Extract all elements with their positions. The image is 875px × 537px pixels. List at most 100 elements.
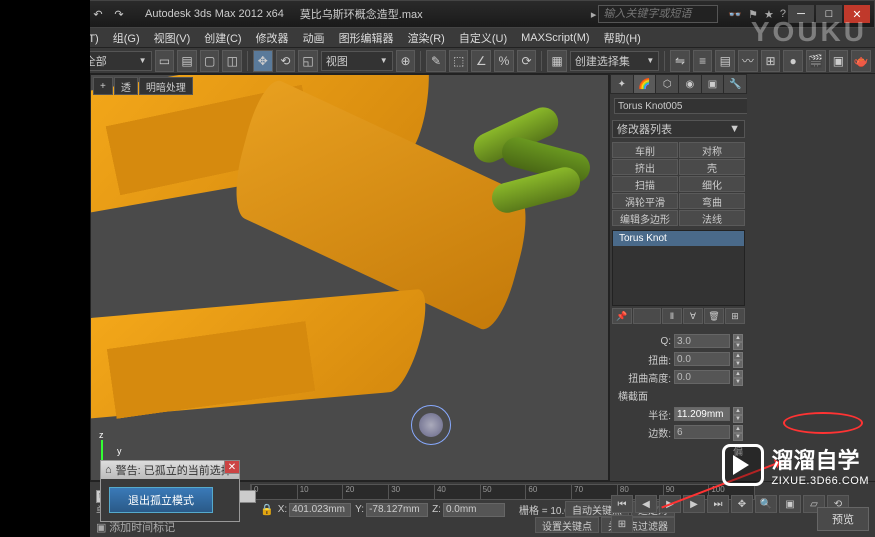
move-icon[interactable]: ✥ <box>253 50 273 72</box>
max-viewport-icon[interactable]: ⊞ <box>611 515 633 533</box>
preview-button[interactable]: 预览 <box>817 507 869 531</box>
help-icon[interactable]: ? <box>780 8 786 21</box>
menu-customize[interactable]: 自定义(U) <box>453 28 513 48</box>
show-end-icon[interactable]: Ⅱ <box>662 308 682 324</box>
menu-views[interactable]: 视图(V) <box>148 28 197 48</box>
viewport-shade-button[interactable]: 明暗处理 <box>139 77 193 95</box>
render-setup-icon[interactable]: 🎬 <box>806 50 826 72</box>
search-input[interactable] <box>598 5 718 23</box>
select-name-icon[interactable]: ▤ <box>177 50 197 72</box>
exit-isolate-button[interactable]: 退出孤立模式 <box>109 487 213 513</box>
play-icon[interactable]: ▶ <box>659 495 681 513</box>
align-icon[interactable]: ≡ <box>693 50 713 72</box>
mod-bend-button[interactable]: 弯曲 <box>679 193 745 209</box>
viewport[interactable]: + 透 明暗处理 x z y <box>90 74 609 481</box>
render-icon[interactable]: 🫖 <box>851 50 871 72</box>
minimize-button[interactable]: ─ <box>788 5 814 23</box>
pan-icon[interactable]: ✥ <box>731 495 753 513</box>
next-frame-icon[interactable]: ▶ <box>683 495 705 513</box>
named-sel-icon[interactable]: ▦ <box>547 50 567 72</box>
unique-icon[interactable]: ∀ <box>683 308 703 324</box>
y-input[interactable]: -78.127mm <box>366 503 428 517</box>
time-tag-icon[interactable]: ▣ <box>96 522 106 534</box>
scale-icon[interactable]: ◱ <box>298 50 318 72</box>
mod-symmetry-button[interactable]: 对称 <box>679 142 745 158</box>
schematic-icon[interactable]: ⊞ <box>761 50 781 72</box>
add-time-tag[interactable]: 添加时间标记 <box>109 522 175 534</box>
goto-start-icon[interactable]: ⏮ <box>611 495 633 513</box>
mod-shell-button[interactable]: 壳 <box>679 159 745 175</box>
remove-mod-icon[interactable]: 🗑 <box>704 308 724 324</box>
maximize-button[interactable]: □ <box>816 5 842 23</box>
mod-lathe-button[interactable]: 车削 <box>612 142 678 158</box>
motion-tab-icon[interactable]: ◉ <box>679 75 701 93</box>
zoom-extents-icon[interactable]: ▣ <box>779 495 801 513</box>
mod-turbosmooth-button[interactable]: 涡轮平滑 <box>612 193 678 209</box>
pivot-icon[interactable]: ⊕ <box>396 50 416 72</box>
select-icon[interactable]: ▭ <box>155 50 175 72</box>
percent-snap-icon[interactable]: % <box>494 50 514 72</box>
menu-maxscript[interactable]: MAXScript(M) <box>515 30 595 46</box>
dialog-close-icon[interactable]: ✕ <box>224 460 240 474</box>
twist-spinner[interactable]: 0.0 <box>674 352 730 366</box>
q-spinner[interactable]: 3.0 <box>674 334 730 348</box>
prev-frame-icon[interactable]: ◀ <box>635 495 657 513</box>
modifier-stack[interactable]: Torus Knot <box>612 230 745 306</box>
ref-coord-dropdown[interactable]: 视图▼ <box>321 51 393 71</box>
modify-tab-icon[interactable]: 🌈 <box>634 75 656 93</box>
mod-sweep-button[interactable]: 扫描 <box>612 176 678 192</box>
mirror-icon[interactable]: ⇋ <box>670 50 690 72</box>
hierarchy-tab-icon[interactable]: ⬡ <box>656 75 678 93</box>
help-arrow-icon[interactable]: ▸ <box>591 8 597 21</box>
dialog-title-bar[interactable]: ⌂ 警告: 已孤立的当前选择 <box>101 461 239 479</box>
display-tab-icon[interactable]: ▣ <box>702 75 724 93</box>
utilities-tab-icon[interactable]: 🔧 <box>724 75 746 93</box>
undo-icon[interactable]: ↶ <box>88 5 108 23</box>
stack-item[interactable]: Torus Knot <box>613 231 744 246</box>
menu-render[interactable]: 渲染(R) <box>402 28 451 48</box>
menu-help[interactable]: 帮助(H) <box>598 28 647 48</box>
z-input[interactable]: 0.0mm <box>443 503 505 517</box>
pin-stack-icon[interactable]: 📌 <box>612 308 632 324</box>
radius-spinner[interactable]: 11.209mm <box>674 407 730 421</box>
mod-editpoly-button[interactable]: 编辑多边形 <box>612 210 678 226</box>
mod-tessellate-button[interactable]: 细化 <box>679 176 745 192</box>
curve-editor-icon[interactable]: 〰 <box>738 50 758 72</box>
transform-gizmo-icon[interactable] <box>411 405 451 445</box>
binoculars-icon[interactable]: 👓 <box>728 8 742 21</box>
x-input[interactable]: 401.023mm <box>289 503 351 517</box>
goto-end-icon[interactable]: ⏭ <box>707 495 729 513</box>
modifier-list-dropdown[interactable]: 修改器列表▼ <box>612 120 745 138</box>
select-region-icon[interactable]: ▢ <box>200 50 220 72</box>
menu-graph[interactable]: 图形编辑器 <box>333 28 400 48</box>
viewport-plus-button[interactable]: + <box>93 77 113 95</box>
named-sel-dropdown[interactable]: 创建选择集▼ <box>570 51 659 71</box>
lock-icon[interactable]: 🔒 <box>260 503 274 516</box>
snap-icon[interactable]: ⬚ <box>449 50 469 72</box>
render-frame-icon[interactable]: ▣ <box>829 50 849 72</box>
favorite-icon[interactable]: ★ <box>764 8 774 21</box>
twist-height-spinner[interactable]: 0.0 <box>674 370 730 384</box>
window-crossing-icon[interactable]: ◫ <box>222 50 242 72</box>
close-button[interactable]: ✕ <box>844 5 870 23</box>
mod-normal-button[interactable]: 法线 <box>679 210 745 226</box>
mod-extrude-button[interactable]: 挤出 <box>612 159 678 175</box>
communication-icon[interactable]: ⚑ <box>748 8 758 21</box>
create-tab-icon[interactable]: ✦ <box>611 75 633 93</box>
object-name-input[interactable] <box>614 98 754 114</box>
viewport-persp-button[interactable]: 透 <box>114 77 138 95</box>
zoom-icon[interactable]: 🔍 <box>755 495 777 513</box>
angle-snap-icon[interactable]: ∠ <box>471 50 491 72</box>
spinner-snap-icon[interactable]: ⟳ <box>517 50 537 72</box>
menu-group[interactable]: 组(G) <box>107 28 146 48</box>
selection-filter-dropdown[interactable]: 全部▼ <box>80 51 152 71</box>
menu-create[interactable]: 创建(C) <box>198 28 247 48</box>
configure-icon[interactable]: ⊞ <box>725 308 745 324</box>
manipulate-icon[interactable]: ✎ <box>426 50 446 72</box>
menu-animation[interactable]: 动画 <box>297 28 331 48</box>
sides-spinner[interactable]: 6 <box>674 425 730 439</box>
material-icon[interactable]: ● <box>783 50 803 72</box>
redo-icon[interactable]: ↷ <box>109 5 129 23</box>
rotate-icon[interactable]: ⟲ <box>276 50 296 72</box>
layer-icon[interactable]: ▤ <box>715 50 735 72</box>
